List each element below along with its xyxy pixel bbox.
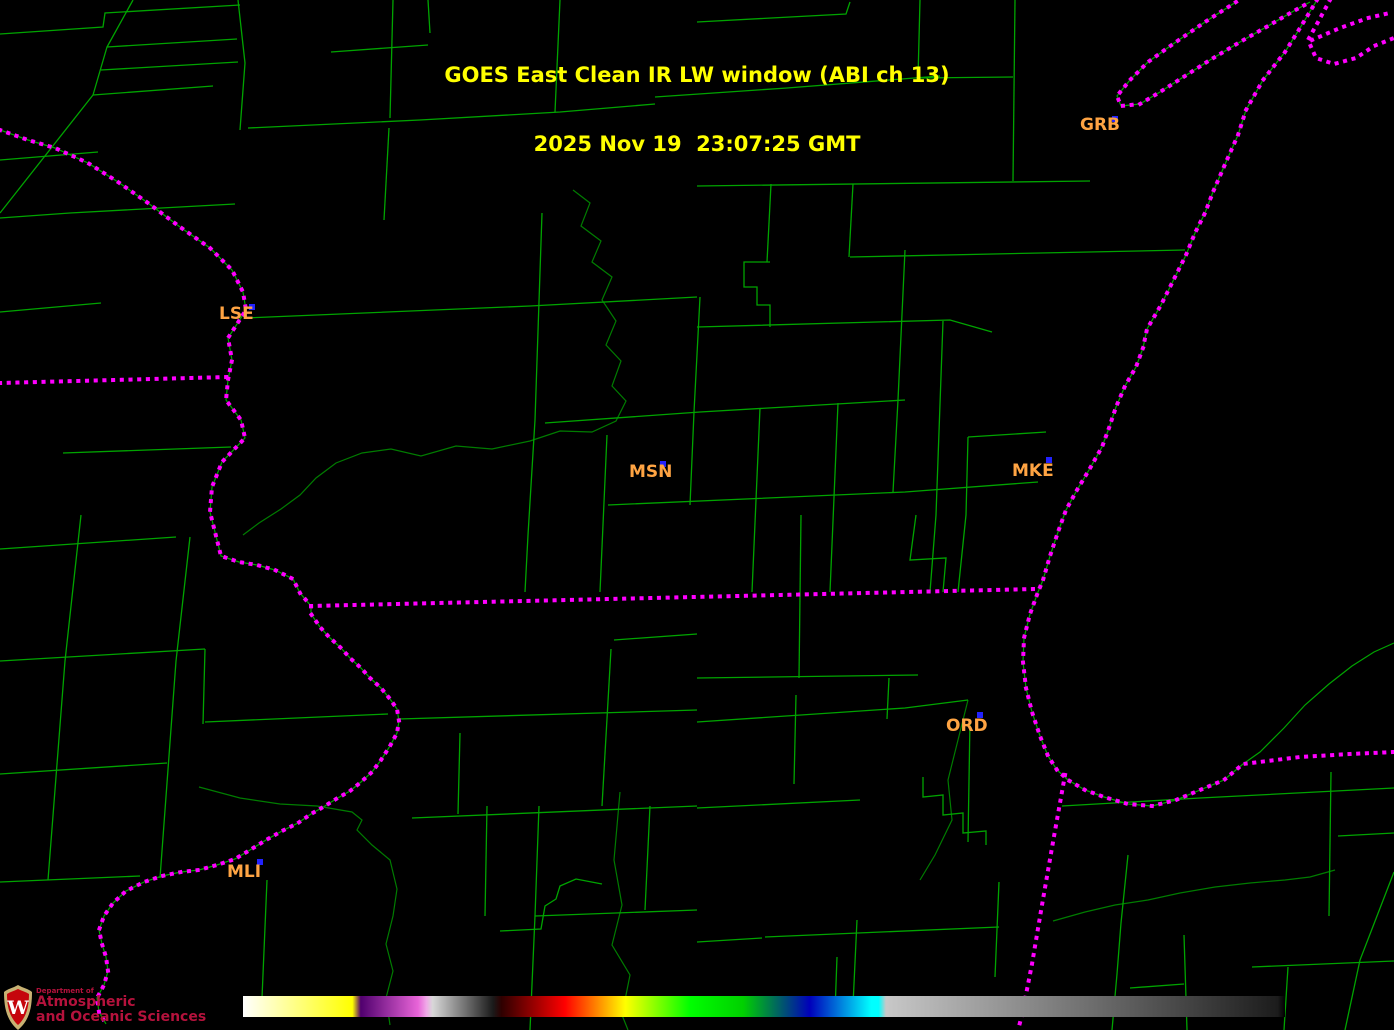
station-label: MLI xyxy=(227,862,262,882)
station-label: GRB xyxy=(1080,115,1121,135)
aos-logo: W Department of Atmospheric and Oceanic … xyxy=(3,985,243,1030)
station-label: MKE xyxy=(1012,461,1054,481)
uw-crest-icon: W xyxy=(4,985,32,1030)
svg-text:W: W xyxy=(6,997,29,1019)
station-label: LSE xyxy=(219,304,254,324)
title-line-2: 2025 Nov 19 23:07:25 GMT xyxy=(533,132,861,156)
logo-name-line-2: and Oceanic Sciences xyxy=(36,1009,207,1025)
goes-satellite-image: GOES East Clean IR LW window (ABI ch 13)… xyxy=(0,0,1394,1030)
ir-temperature-colorbar xyxy=(243,996,1285,1017)
logo-name-line-1: Atmospheric xyxy=(36,994,136,1010)
title-line-1: GOES East Clean IR LW window (ABI ch 13) xyxy=(444,63,950,87)
image-title: GOES East Clean IR LW window (ABI ch 13)… xyxy=(0,18,1394,202)
station-label: ORD xyxy=(946,716,988,736)
aos-logo-text: Department of Atmospheric and Oceanic Sc… xyxy=(36,987,206,1025)
station-label: MSN xyxy=(629,462,673,482)
